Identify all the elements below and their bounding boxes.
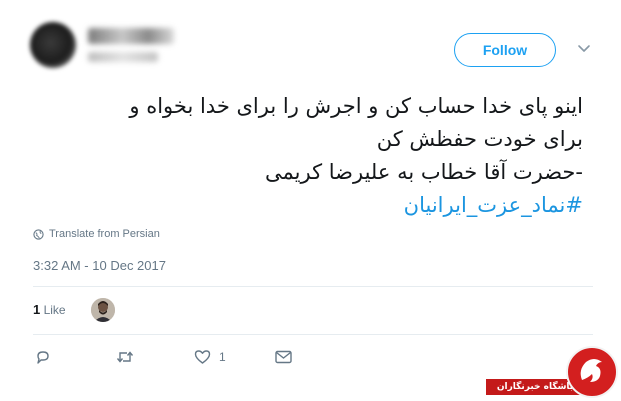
direct-message-button[interactable]: [275, 346, 292, 368]
author-name-blurred[interactable]: [88, 28, 174, 44]
retweet-icon: [116, 351, 134, 363]
watermark-circle: [566, 346, 618, 398]
watermark-logo: باشگاه خبرنگاران: [486, 342, 621, 399]
follow-button[interactable]: Follow: [454, 33, 556, 67]
tweet-text-line: -حضرت آقا خطاب به علیرضا کریمی: [265, 160, 583, 184]
tweet-timestamp[interactable]: 3:32 AM - 10 Dec 2017: [33, 258, 166, 273]
translate-label: Translate from Persian: [49, 228, 160, 240]
reply-icon: [37, 351, 49, 364]
divider: [33, 334, 593, 335]
likes-label: Like: [43, 303, 66, 317]
heart-icon: [194, 350, 211, 364]
tweet-text-line: اینو پای خدا حساب کن و اجرش را برای خدا …: [129, 94, 583, 118]
tweet-text: اینو پای خدا حساب کن و اجرش را برای خدا …: [23, 90, 583, 222]
liker-avatar[interactable]: [91, 298, 115, 322]
like-count: 1: [219, 350, 226, 364]
divider: [33, 286, 593, 287]
likes-count: 1: [33, 302, 41, 317]
reply-button[interactable]: [35, 346, 51, 368]
author-avatar[interactable]: [30, 22, 76, 68]
chevron-down-icon[interactable]: [577, 41, 591, 55]
like-button[interactable]: 1: [194, 346, 226, 368]
tweet-text-line: برای خودت حفظش کن: [376, 127, 583, 151]
envelope-icon: [275, 350, 292, 364]
person-avatar-image: [91, 298, 115, 322]
author-handle-blurred: [88, 52, 158, 62]
globe-icon: [33, 228, 44, 240]
translate-link[interactable]: Translate from Persian: [33, 227, 160, 241]
likes-count-link[interactable]: 1 Like: [33, 302, 66, 317]
hashtag-link[interactable]: #نماد_عزت_ایرانیان: [23, 189, 583, 222]
watermark-emblem-icon: [580, 359, 602, 382]
retweet-button[interactable]: [116, 346, 134, 368]
